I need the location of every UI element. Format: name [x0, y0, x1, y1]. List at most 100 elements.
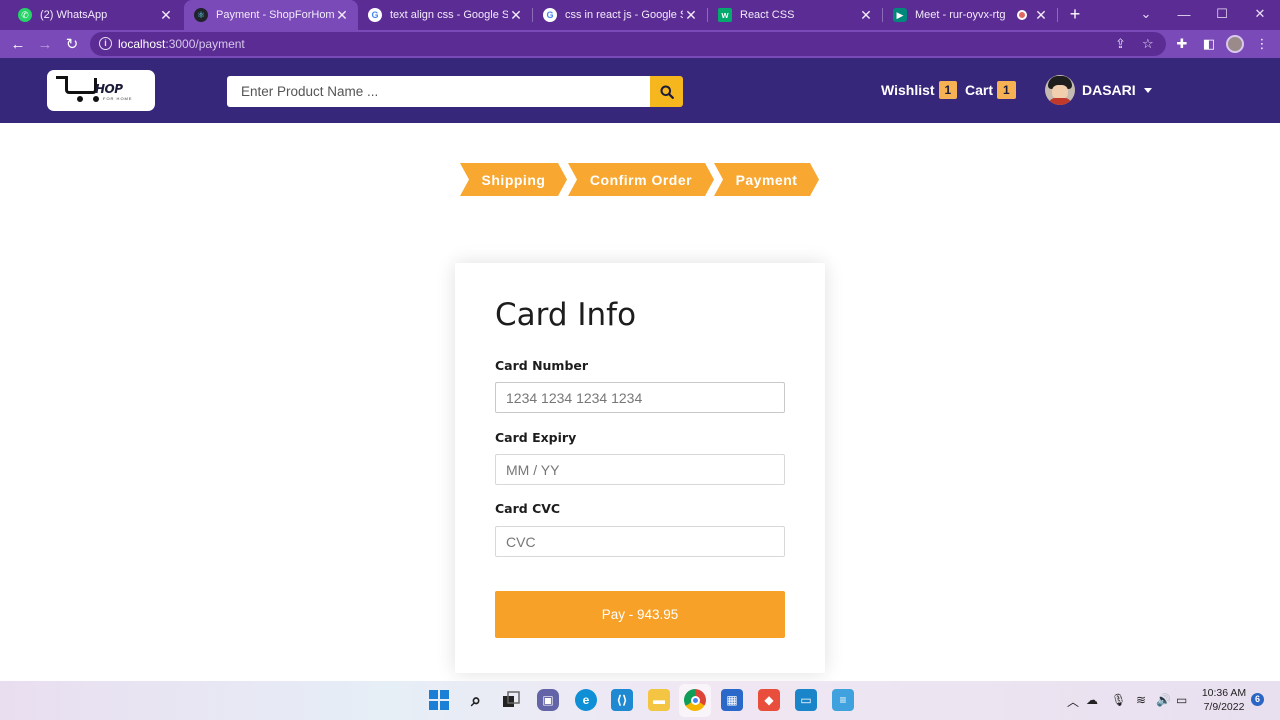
card-expiry-label: Card Expiry	[495, 430, 577, 445]
git-icon[interactable]: ◆	[758, 689, 780, 711]
shopforhome-logo[interactable]: HOP FOR HOME	[47, 70, 155, 111]
volume-icon[interactable]: 🔊	[1156, 693, 1171, 707]
clock-date: 7/9/2022	[1203, 701, 1245, 713]
tab-react-css[interactable]: w React CSS ✕	[708, 0, 882, 30]
wishlist-link[interactable]: Wishlist 1	[881, 81, 958, 99]
remote-desktop-icon[interactable]: ▭	[795, 689, 817, 711]
google-icon: G	[368, 8, 382, 22]
search-icon	[660, 85, 674, 99]
onedrive-icon[interactable]: ☁	[1086, 693, 1098, 707]
tab-title: (2) WhatsApp	[40, 9, 108, 21]
step-shipping: Shipping	[460, 163, 567, 196]
step-confirm-order: Confirm Order	[568, 163, 714, 196]
close-tab-icon[interactable]: ✕	[683, 7, 699, 24]
menu-icon[interactable]: ⋮	[1252, 34, 1272, 54]
file-explorer-icon[interactable]: ▬	[648, 689, 670, 711]
close-window-button[interactable]: ✕	[1241, 0, 1279, 28]
logo-wheel	[93, 96, 99, 102]
close-tab-icon[interactable]: ✕	[1033, 7, 1049, 24]
tab-whatsapp[interactable]: ✆ (2) WhatsApp ✕	[8, 0, 182, 30]
pay-button[interactable]: Pay - 943.95	[495, 591, 785, 638]
notepad-icon[interactable]: ≡	[832, 689, 854, 711]
new-tab-button[interactable]: +	[1066, 4, 1084, 24]
url-host: localhost	[118, 37, 166, 51]
google-icon: G	[543, 8, 557, 22]
maximize-button[interactable]: ☐	[1203, 0, 1241, 28]
card-cvc-field[interactable]	[495, 526, 785, 557]
microphone-icon[interactable]: 🎙	[1111, 693, 1126, 707]
url-path: :3000/payment	[165, 37, 245, 51]
cart-count-badge: 1	[997, 81, 1016, 99]
close-tab-icon[interactable]: ✕	[158, 7, 174, 24]
step-label: Shipping	[481, 171, 546, 188]
payment-form: Card Info Card Number Card Expiry Card C…	[455, 263, 825, 673]
wifi-icon[interactable]: ≋	[1136, 693, 1146, 707]
minimize-button[interactable]: —	[1165, 0, 1203, 28]
step-label: Confirm Order	[589, 171, 693, 188]
reload-icon[interactable]: ↻	[62, 34, 82, 54]
browser-profile-avatar[interactable]	[1226, 35, 1244, 53]
forward-icon[interactable]: →	[35, 34, 55, 54]
close-tab-icon[interactable]: ✕	[508, 7, 524, 24]
url-text[interactable]: localhost:3000/payment	[118, 37, 245, 51]
cart-link[interactable]: Cart 1	[965, 81, 1016, 99]
system-clock[interactable]: 10:36 AM 7/9/2022	[1198, 686, 1250, 714]
side-panel-icon[interactable]: ◧	[1199, 34, 1219, 54]
task-view-icon[interactable]	[500, 689, 522, 711]
card-cvc-label: Card CVC	[495, 501, 561, 516]
meet-icon: ▶	[893, 8, 907, 22]
notification-badge[interactable]: 6	[1251, 693, 1264, 706]
clock-time: 10:36 AM	[1201, 687, 1247, 699]
tab-meet[interactable]: ▶ Meet - rur-oyvx-rtg ✕	[883, 0, 1057, 30]
tab-google-search-2[interactable]: G css in react js - Google Sear ✕	[533, 0, 707, 30]
search-input[interactable]	[227, 76, 650, 107]
vscode-icon[interactable]: ⟨⟩	[611, 689, 633, 711]
card-expiry-field[interactable]	[495, 454, 785, 485]
tab-title: css in react js - Google Sear	[565, 9, 683, 21]
username: DASARI	[1082, 82, 1136, 98]
chevron-up-icon[interactable]: ︿	[1067, 693, 1079, 710]
search-button[interactable]	[650, 76, 683, 107]
tab-search-icon[interactable]: ⌄	[1127, 0, 1165, 28]
back-icon[interactable]: ←	[8, 34, 28, 54]
teams-chat-icon[interactable]: ▣	[537, 689, 559, 711]
battery-icon[interactable]: ▭	[1176, 693, 1187, 707]
tab-title: React CSS	[740, 9, 795, 21]
close-tab-icon[interactable]: ✕	[334, 7, 350, 24]
avatar	[1045, 75, 1075, 105]
step-payment: Payment	[714, 163, 819, 196]
tab-separator	[1057, 8, 1058, 22]
react-icon: ⚛	[194, 8, 208, 22]
bookmark-star-icon[interactable]: ☆	[1142, 36, 1154, 52]
browser-tab-strip: ✆ (2) WhatsApp ✕ ⚛ Payment - ShopForHome…	[0, 0, 1280, 30]
share-icon[interactable]: ⇪	[1115, 36, 1126, 52]
tab-title: Payment - ShopForHome	[216, 9, 334, 21]
tab-payment[interactable]: ⚛ Payment - ShopForHome ✕	[184, 0, 358, 30]
wishlist-label: Wishlist	[881, 82, 935, 98]
card-number-label: Card Number	[495, 358, 589, 373]
browser-toolbar: ← → ↻ i localhost:3000/payment ⇪ ☆ ✚ ◧ ⋮	[0, 30, 1280, 58]
whatsapp-icon: ✆	[18, 8, 32, 22]
logo-subtext: FOR HOME	[103, 96, 133, 101]
microsoft-store-icon[interactable]: ▦	[721, 689, 743, 711]
windows-taskbar: ⌕ ▣ e ⟨⟩ ▬ ▦ ◆ ▭ ≡ ︿ ☁ 🎙 ≋ 🔊 ▭ 10:36 AM …	[0, 681, 1280, 720]
recording-icon	[1017, 10, 1027, 20]
card-number-field[interactable]	[495, 382, 785, 413]
w3schools-icon: w	[718, 8, 732, 22]
site-header: HOP FOR HOME Wishlist 1 Cart 1 DASARI	[0, 58, 1280, 123]
logo-text: HOP	[95, 82, 123, 96]
logo-wheel	[77, 96, 83, 102]
chrome-icon[interactable]	[684, 689, 706, 711]
extensions-icon[interactable]: ✚	[1172, 34, 1192, 54]
tab-title: text align css - Google Sear	[390, 9, 508, 21]
user-menu[interactable]: DASARI	[1045, 75, 1152, 105]
site-info-icon[interactable]: i	[99, 37, 112, 50]
edge-icon[interactable]: e	[575, 689, 597, 711]
wishlist-count-badge: 1	[938, 81, 958, 99]
windows-start-icon[interactable]	[428, 689, 450, 711]
tab-google-search-1[interactable]: G text align css - Google Sear ✕	[358, 0, 532, 30]
tab-title: Meet - rur-oyvx-rtg	[915, 9, 1006, 21]
address-bar[interactable]: i localhost:3000/payment ⇪ ☆	[90, 32, 1166, 56]
close-tab-icon[interactable]: ✕	[858, 7, 874, 24]
search-icon[interactable]: ⌕	[465, 689, 487, 711]
